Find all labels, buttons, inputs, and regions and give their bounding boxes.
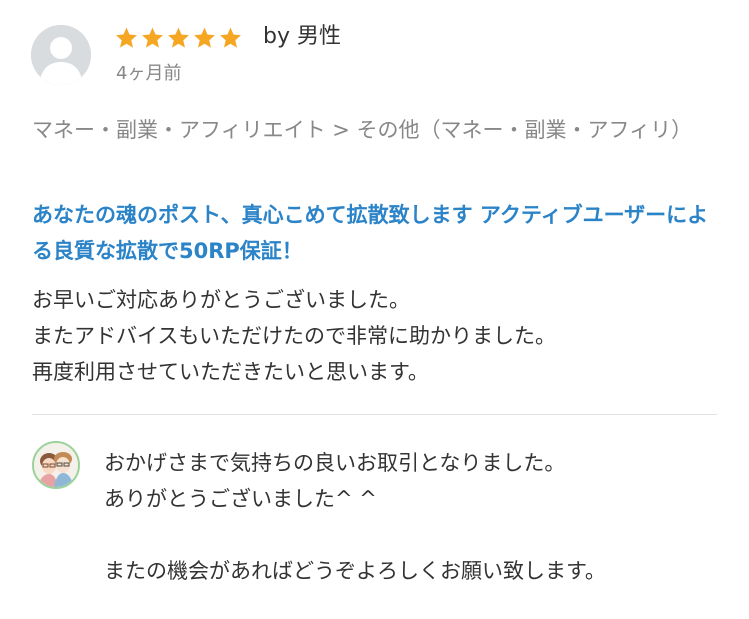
- default-user-avatar-icon: [31, 25, 91, 85]
- seller-reply-text: おかげさまで気持ちの良いお取引となりました。 ありがとうございました^ ^ また…: [104, 445, 724, 589]
- reply-text-line: おかげさまで気持ちの良いお取引となりました。: [104, 451, 566, 475]
- service-category: マネー・副業・アフィリエイト > その他（マネー・副業・アフィリ）: [32, 118, 693, 142]
- reply-text-line: ありがとうございました^ ^: [104, 487, 377, 511]
- seller-illustration-avatar-icon: [34, 443, 78, 487]
- seller-avatar: [32, 441, 80, 489]
- review-text: お早いご対応ありがとうございました。 またアドバイスもいただけたので非常に助かり…: [32, 282, 722, 390]
- star-icon: [140, 24, 165, 52]
- review-text-line: またアドバイスもいただけたので非常に助かりました。: [32, 324, 556, 348]
- review-text-line: 再度利用させていただきたいと思います。: [32, 360, 429, 384]
- reply-text-line: またの機会があればどうぞよろしくお願い致します。: [104, 559, 606, 583]
- star-icon: [218, 24, 243, 52]
- divider: [32, 414, 717, 415]
- review-card: by 男性 4ヶ月前 マネー・副業・アフィリエイト > その他（マネー・副業・ア…: [0, 0, 749, 619]
- review-date: 4ヶ月前: [116, 63, 182, 84]
- review-text-line: お早いご対応ありがとうございました。: [32, 288, 410, 312]
- star-icon: [192, 24, 217, 52]
- star-icon: [114, 24, 139, 52]
- reviewer-avatar: [31, 25, 91, 85]
- star-icon: [166, 24, 191, 52]
- star-rating: [114, 24, 243, 52]
- reviewer-byline: by 男性: [263, 24, 341, 49]
- service-title-link[interactable]: あなたの魂のポスト、真心こめて拡散致します アクティブユーザーによる良質な拡散で…: [32, 197, 722, 269]
- reply-text-line: [104, 517, 724, 553]
